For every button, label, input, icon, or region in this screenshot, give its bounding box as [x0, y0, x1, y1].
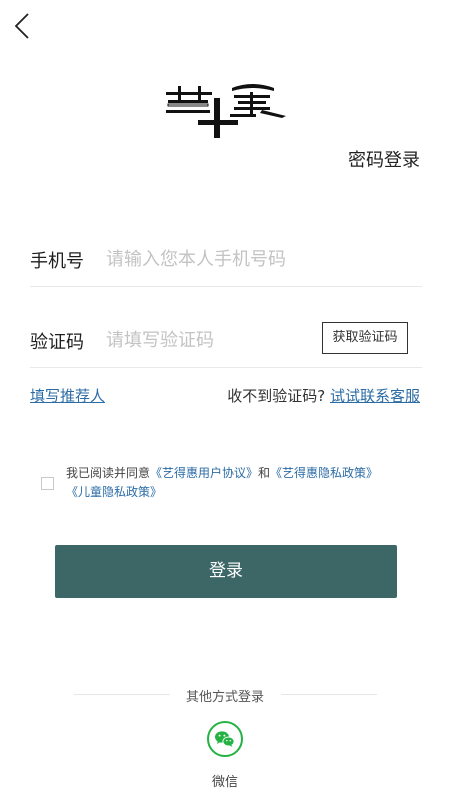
get-code-button[interactable]: 获取验证码: [322, 322, 408, 354]
phone-input[interactable]: [106, 246, 406, 272]
verification-code-input[interactable]: [106, 327, 306, 353]
wechat-label: 微信: [211, 775, 238, 790]
other-login-label: 其他方式登录: [185, 690, 264, 705]
user-agreement-link[interactable]: 《艺得惠用户协议》: [150, 466, 258, 480]
password-login-link[interactable]: 密码登录: [348, 146, 420, 172]
referrer-link[interactable]: 填写推荐人: [30, 385, 105, 406]
agreement-checkbox[interactable]: [41, 477, 54, 490]
brand-logo: [162, 82, 290, 142]
code-label: 验证码: [30, 332, 84, 353]
phone-label: 手机号: [30, 251, 84, 272]
help-row: 收不到验证码? 试试联系客服: [227, 385, 420, 406]
divider: [30, 286, 422, 287]
wechat-login-button[interactable]: [207, 721, 243, 757]
agreement-text: 我已阅读并同意《艺得惠用户协议》和《艺得惠隐私政策》 《儿童隐私政策》: [66, 464, 406, 502]
agreement-prefix: 我已阅读并同意: [66, 466, 151, 480]
chevron-left-icon: [14, 13, 29, 39]
login-button[interactable]: 登录: [55, 545, 397, 598]
wechat-icon: [215, 731, 235, 747]
contact-support-link[interactable]: 试试联系客服: [330, 387, 420, 405]
privacy-policy-link[interactable]: 《艺得惠隐私政策》: [270, 466, 378, 480]
no-code-text: 收不到验证码?: [227, 387, 326, 405]
child-privacy-link[interactable]: 《儿童隐私政策》: [66, 485, 162, 499]
agreement-and: 和: [258, 466, 271, 480]
back-button[interactable]: [8, 8, 38, 42]
divider: [30, 367, 422, 368]
